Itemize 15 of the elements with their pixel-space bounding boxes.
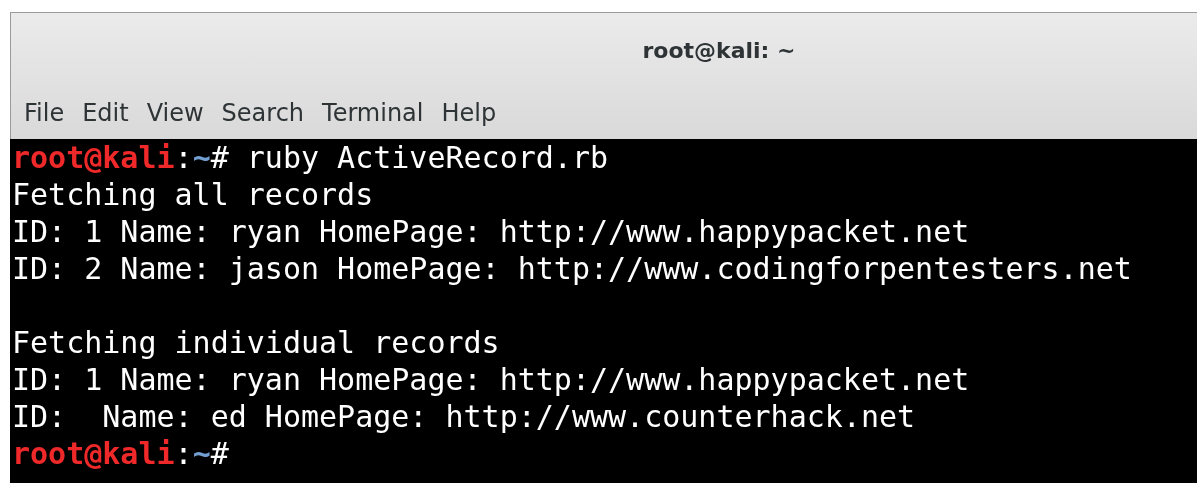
prompt-line: root@kali:~# [12,435,230,472]
output-line: ID: 1 Name: ryan HomePage: http://www.happypacket.net [12,361,971,398]
menu-item[interactable]: Help [432,99,506,127]
output-line: Fetching individual records [12,324,501,361]
menu-item[interactable]: Terminal [313,99,433,127]
output-line: ID: 1 Name: ryan HomePage: http://www.happypacket.net [12,213,971,250]
output-line: ID: Name: ed HomePage: http://www.counterhack.net [12,398,917,435]
menu-item[interactable]: Search [212,99,314,127]
menu-item[interactable]: View [137,99,213,127]
output-line: Fetching all records [12,176,375,213]
menu-item[interactable]: File [15,99,74,127]
prompt-line: root@kali:~# ruby ActiveRecord.rb [12,139,610,176]
window-title: root@kali: ~ [641,36,797,65]
menu-item[interactable]: Edit [73,99,138,127]
output-line: ID: 2 Name: jason HomePage: http://www.codingforpentesters.net [12,250,1133,287]
